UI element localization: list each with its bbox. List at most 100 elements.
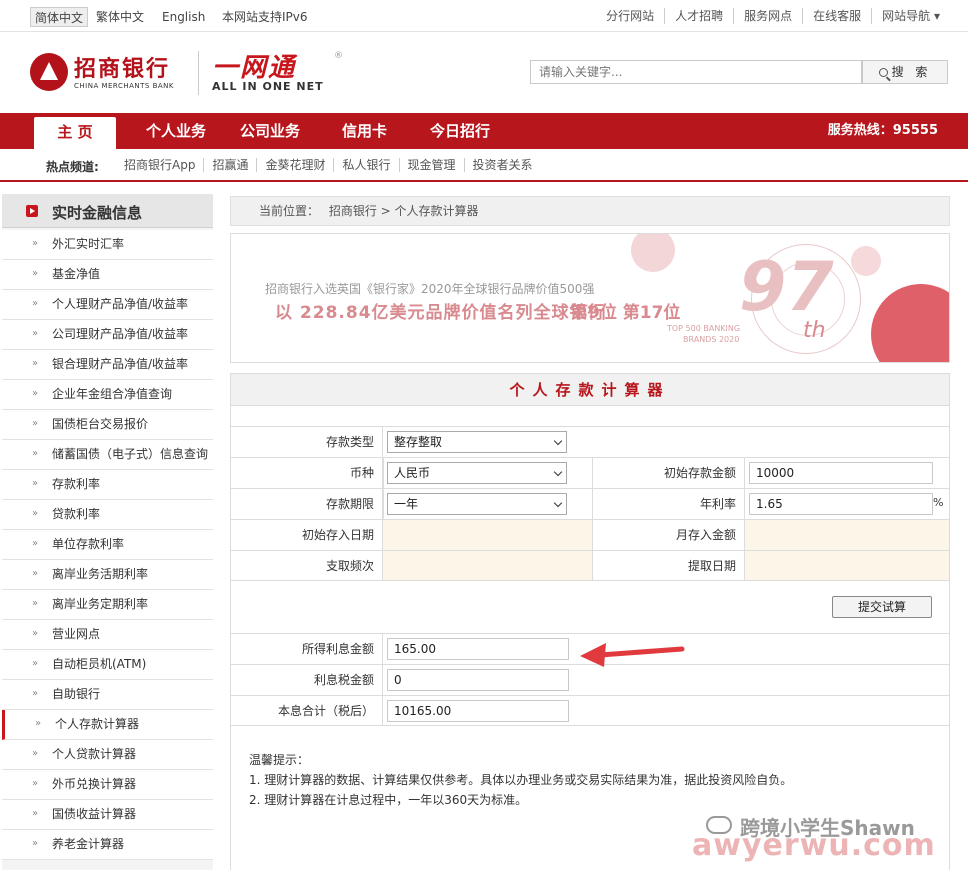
hot-channel-links: 招商银行App 招赢通 金葵花理财 私人银行 现金管理 投资者关系 [116, 158, 541, 172]
submit-calc-button[interactable]: 提交试算 [832, 596, 932, 618]
currency-label: 币种 [231, 458, 383, 488]
sidebar-item-label: 个人贷款计算器 [52, 747, 137, 761]
deposit-calculator: 个人存款计算器 存款类型 整存整取 币种 人民币 初始存款金额 10000 存款… [230, 373, 950, 870]
sidebar-item-label: 基金净值 [52, 267, 101, 281]
rate-input[interactable]: 1.65 [749, 493, 933, 515]
withdraw-date-label: 提取日期 [593, 551, 745, 580]
all-in-one-net-logo[interactable]: 一网通 [212, 47, 296, 84]
chevron-right-icon: » [35, 718, 42, 729]
sidebar-item[interactable]: » 贷款利率 [2, 500, 213, 530]
nav-home[interactable]: 主 页 [34, 117, 116, 149]
breadcrumb: 当前位置： 招商银行 > 个人存款计算器 [230, 196, 950, 226]
calculator-title: 个人存款计算器 [231, 374, 949, 406]
banner-th: th [803, 318, 826, 343]
cmb-logo-icon[interactable] [30, 53, 68, 91]
sidebar-item[interactable]: » 自助银行 [2, 680, 213, 710]
hot-link-cash-management[interactable]: 现金管理 [398, 158, 464, 172]
term-label: 存款期限 [231, 489, 383, 519]
sidebar-item-label: 单位存款利率 [52, 537, 125, 551]
sidebar-item[interactable]: » 单位存款利率 [2, 530, 213, 560]
sidebar-title: 实时金融信息 [52, 204, 143, 222]
sidebar-item[interactable]: » 存款利率 [2, 470, 213, 500]
chevron-down-icon [553, 498, 563, 508]
sidebar-item-label: 公司理财产品净值/收益率 [52, 327, 189, 341]
hot-link-private-banking[interactable]: 私人银行 [333, 158, 398, 172]
registered-mark: ® [334, 51, 343, 61]
main-nav: 主 页 个人业务 公司业务 信用卡 今日招行 服务热线：95555 [0, 113, 968, 149]
search-button[interactable]: 搜 索 [862, 60, 948, 84]
sidebar-item[interactable]: » 银合理财产品净值/收益率 [2, 350, 213, 380]
sidebar-item-label: 自助银行 [52, 687, 101, 701]
search-input[interactable]: 请输入关键字... [530, 60, 862, 84]
nav-personal[interactable]: 个人业务 [146, 113, 206, 149]
top-link-careers[interactable]: 人才招聘 [664, 8, 733, 24]
hot-link-app[interactable]: 招商银行App [116, 158, 203, 172]
hot-link-investor-relations[interactable]: 投资者关系 [463, 158, 541, 172]
top-link-online-service[interactable]: 在线客服 [802, 8, 871, 24]
sidebar-item-label: 自动柜员机(ATM) [52, 657, 147, 671]
interest-output: 165.00 [387, 638, 569, 660]
deposit-type-select[interactable]: 整存整取 [387, 431, 567, 453]
sidebar-item[interactable]: » 储蓄国债（电子式）信息查询 [2, 440, 213, 470]
nav-today-cmb[interactable]: 今日招行 [430, 113, 490, 149]
top-link-site-nav[interactable]: 网站导航 ▾ [871, 8, 950, 24]
nav-corporate[interactable]: 公司业务 [240, 113, 300, 149]
top-utility-bar: 简体中文 繁体中文 English 本网站支持IPv6 分行网站 人才招聘 服务… [0, 0, 968, 32]
site-header: 招商银行 CHINA MERCHANTS BANK 一网通 ALL IN ONE… [0, 33, 968, 111]
sidebar-item[interactable]: » 离岸业务活期利率 [2, 560, 213, 590]
term-select[interactable]: 一年 [387, 493, 567, 515]
sidebar-item[interactable]: » 离岸业务定期利率 [2, 590, 213, 620]
sidebar-item[interactable]: » 养老金计算器 [2, 830, 213, 860]
sidebar-item[interactable]: » 基金净值 [2, 260, 213, 290]
sidebar-item[interactable]: » 个人贷款计算器 [2, 740, 213, 770]
sidebar-item[interactable]: » 个人理财产品净值/收益率 [2, 290, 213, 320]
initial-amount-input[interactable]: 10000 [749, 462, 933, 484]
breadcrumb-path[interactable]: 招商银行 > 个人存款计算器 [329, 204, 479, 218]
sidebar-item[interactable]: » 国债收益计算器 [2, 800, 213, 830]
tips-title: 温馨提示： [249, 753, 310, 767]
site-nav-label: 网站导航 [882, 9, 931, 23]
promo-banner[interactable]: 招商银行入选英国《银行家》2020年全球银行品牌价值500强 以 228.84亿… [230, 233, 950, 363]
sidebar-item[interactable]: » 自动柜员机(ATM) [2, 650, 213, 680]
banner-deco-circle [851, 246, 881, 276]
sidebar-item[interactable]: » 营业网点 [2, 620, 213, 650]
row-deposit-type: 存款类型 整存整取 [231, 426, 949, 457]
logo-chinese-name[interactable]: 招商银行 [74, 51, 170, 83]
breadcrumb-label: 当前位置： [259, 204, 320, 218]
sidebar-item[interactable]: » 个人存款计算器 [2, 710, 213, 740]
sidebar-item[interactable]: » 企业年金组合净值查询 [2, 380, 213, 410]
tax-label: 利息税金额 [231, 665, 383, 695]
lang-traditional-chinese[interactable]: 繁体中文 [92, 7, 148, 27]
initial-date-field[interactable] [383, 520, 593, 550]
sidebar-item-label: 国债柜台交易报价 [52, 417, 149, 431]
chevron-right-icon: » [32, 778, 39, 789]
chevron-right-icon: » [32, 628, 39, 639]
nav-credit-card[interactable]: 信用卡 [342, 113, 387, 149]
withdraw-date-field[interactable] [745, 551, 949, 580]
rate-label: 年利率 [593, 489, 745, 519]
logo-english-name: CHINA MERCHANTS BANK [74, 82, 174, 90]
sidebar-item[interactable]: » 公司理财产品净值/收益率 [2, 320, 213, 350]
lang-english[interactable]: English [158, 7, 209, 27]
sidebar-item[interactable]: » 国债柜台交易报价 [2, 410, 213, 440]
sidebar-item-label: 外汇实时汇率 [52, 237, 125, 251]
chevron-right-icon: » [32, 268, 39, 279]
rate-unit: % [933, 496, 944, 509]
hot-link-sunflower[interactable]: 金葵花理财 [256, 158, 333, 172]
sidebar-item-label: 离岸业务定期利率 [52, 597, 149, 611]
withdraw-freq-field[interactable] [383, 551, 593, 580]
top-link-branches[interactable]: 分行网站 [596, 8, 664, 24]
sidebar-item-label: 企业年金组合净值查询 [52, 387, 173, 401]
sidebar-item[interactable]: » 外汇实时汇率 [2, 230, 213, 260]
lang-simplified-chinese[interactable]: 简体中文 [30, 7, 89, 27]
chevron-right-icon: » [32, 568, 39, 579]
sidebar-item[interactable]: » 外币兑换计算器 [2, 770, 213, 800]
row-currency: 币种 人民币 初始存款金额 10000 [231, 457, 949, 488]
monthly-amount-field[interactable] [745, 520, 949, 550]
chevron-right-icon: » [32, 508, 39, 519]
top-link-outlets[interactable]: 服务网点 [733, 8, 802, 24]
chevron-right-icon: » [32, 328, 39, 339]
chevron-down-icon [553, 436, 563, 446]
hot-link-zhaoyingtong[interactable]: 招赢通 [203, 158, 256, 172]
row-total: 本息合计（税后） 10165.00 [231, 695, 949, 726]
